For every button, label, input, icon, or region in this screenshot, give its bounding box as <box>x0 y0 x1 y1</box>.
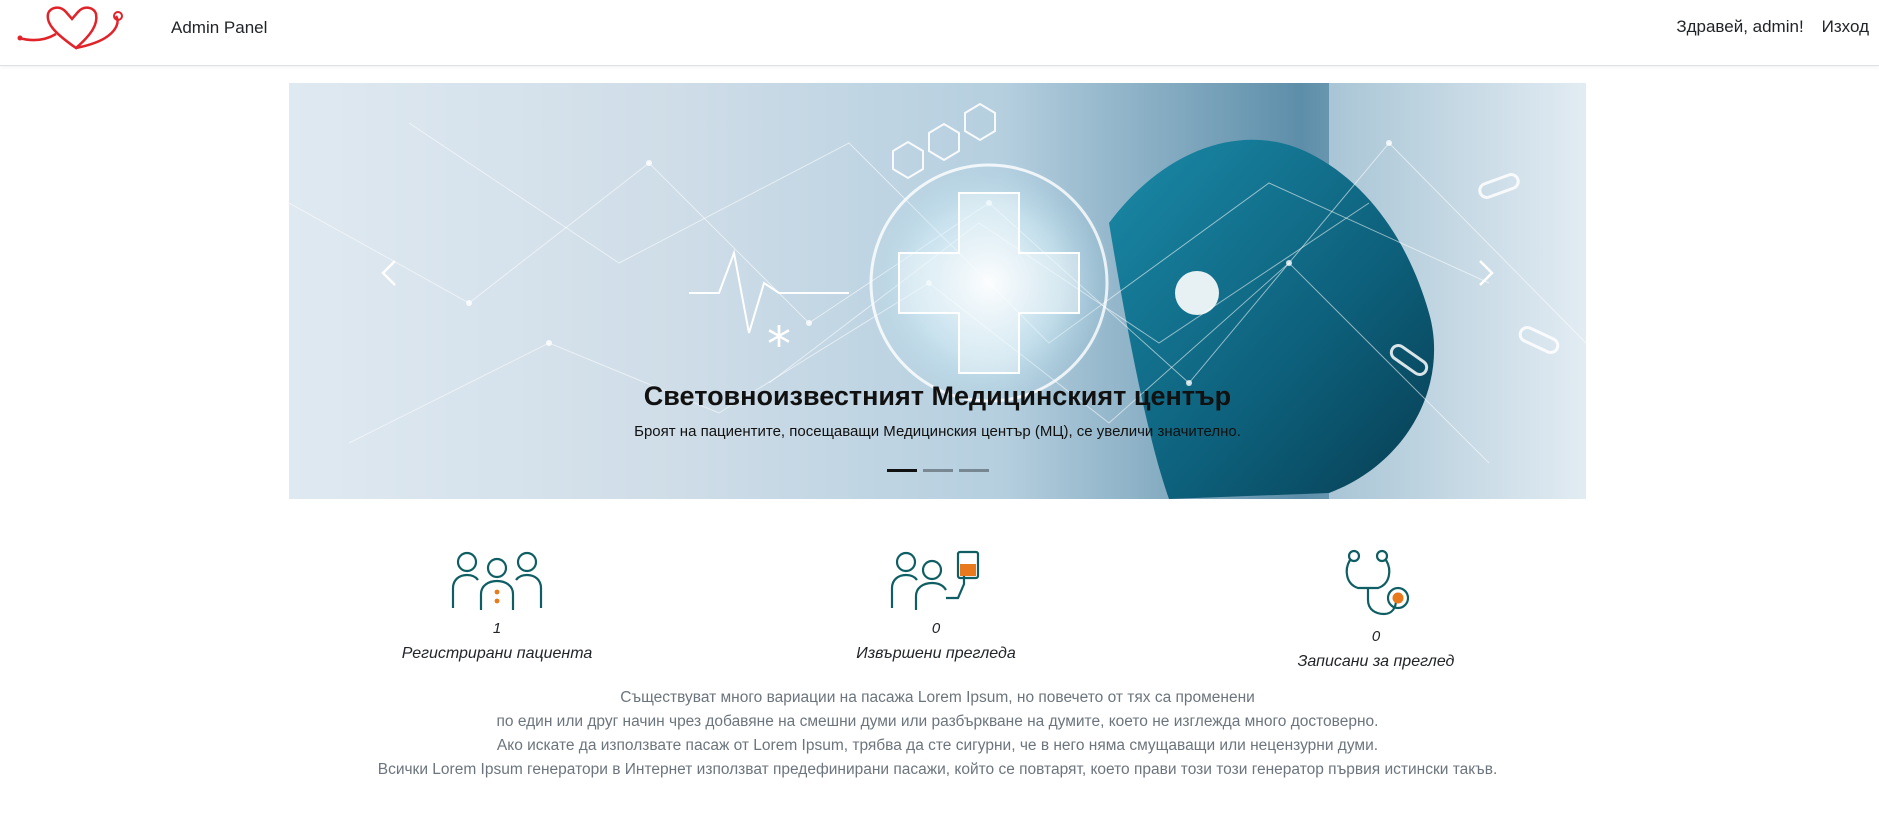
stat-registered-patients: 1 Регистрирани пациента <box>367 548 627 663</box>
patient-iv-icon <box>890 550 980 610</box>
lorem-line: по един или друг начин чрез добавяне на … <box>496 713 1379 730</box>
svg-text:*: * <box>767 317 791 373</box>
lorem-paragraph: Съществуват много вариации на пасажа Lor… <box>289 686 1586 782</box>
carousel-indicators <box>289 469 1586 472</box>
stat-value: 1 <box>492 620 502 637</box>
carousel-indicator-1[interactable] <box>886 469 917 472</box>
stat-label: Извършени прегледа <box>856 645 1016 662</box>
stat-label: Регистрирани пациента <box>401 645 593 662</box>
greeting-link[interactable]: Здравей, admin! <box>1676 17 1803 37</box>
carousel-indicator-2[interactable] <box>922 469 953 472</box>
nav-right: Здравей, admin! Изход <box>1658 17 1869 37</box>
stat-scheduled-exams: 0 Записани за преглед <box>1246 548 1506 671</box>
carousel-indicator-3[interactable] <box>958 469 989 472</box>
carousel-text: Броят на пациентите, посещаващи Медицинс… <box>634 423 1241 440</box>
brand-link[interactable]: Admin Panel <box>171 18 267 38</box>
patients-icon <box>451 551 543 610</box>
logout-link[interactable]: Изход <box>1822 17 1869 37</box>
carousel-prev-chevron-icon[interactable] <box>369 253 409 293</box>
carousel-next-chevron-icon[interactable] <box>1466 253 1506 293</box>
carousel-title: Световноизвестният Медицинският център <box>643 381 1232 411</box>
lorem-line: Всички Lorem Ipsum генератори в Интернет… <box>377 761 1498 778</box>
stethoscope-icon <box>1345 549 1410 616</box>
lorem-line: Съществуват много вариации на пасажа Lor… <box>620 689 1255 706</box>
stat-label: Записани за преглед <box>1297 653 1455 670</box>
lorem-line: Ако искате да използвате пасаж от Lorem … <box>496 737 1379 754</box>
stat-completed-exams: 0 Извършени прегледа <box>806 548 1066 663</box>
heart-stethoscope-logo[interactable] <box>16 4 128 54</box>
stat-value: 0 <box>931 620 941 637</box>
hero-carousel: * Световноизвестният Медицинският център… <box>289 83 1586 499</box>
navbar: Admin Panel Здравей, admin! Изход <box>0 0 1879 66</box>
stat-value: 0 <box>1371 628 1381 645</box>
